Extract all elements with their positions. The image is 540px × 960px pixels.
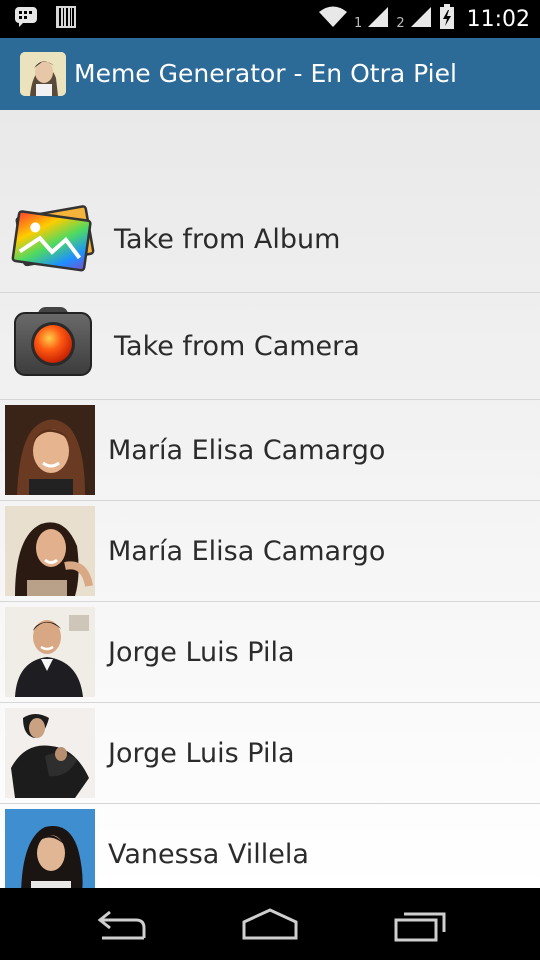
celebrity-photo [5, 506, 95, 596]
celebrity-name: María Elisa Camargo [108, 434, 386, 466]
take-from-album-item[interactable]: Take from Album [0, 186, 540, 293]
app-title: Meme Generator - En Otra Piel [74, 59, 457, 88]
sim-1-label: 1 [354, 16, 363, 31]
celebrity-photo [5, 708, 95, 798]
celebrity-list-item[interactable]: Jorge Luis Pila [0, 602, 540, 703]
celebrity-photo [5, 405, 95, 495]
meme-source-list: Take from Album Take from Camera María E… [0, 110, 540, 888]
celebrity-list-item[interactable]: Jorge Luis Pila [0, 703, 540, 804]
celebrity-photo [5, 607, 95, 697]
take-from-album-label: Take from Album [114, 223, 341, 255]
wifi-icon [318, 5, 348, 33]
take-from-camera-item[interactable]: Take from Camera [0, 293, 540, 400]
signal-icon [409, 5, 433, 33]
barcode-icon [56, 6, 76, 32]
take-from-camera-label: Take from Camera [114, 330, 360, 362]
action-bar: Meme Generator - En Otra Piel [0, 38, 540, 110]
celebrity-name: Vanessa Villela [108, 838, 309, 870]
status-time: 11:02 [466, 6, 530, 32]
list-top-spacer [0, 110, 540, 186]
recent-apps-button[interactable] [392, 906, 452, 942]
battery-charging-icon [439, 4, 455, 34]
back-button[interactable] [90, 906, 150, 942]
navigation-bar [0, 888, 540, 960]
home-button[interactable] [240, 906, 300, 942]
celebrity-photo [5, 809, 95, 888]
celebrity-name: María Elisa Camargo [108, 535, 386, 567]
recent-apps-icon [394, 912, 446, 942]
celebrity-list-item[interactable]: Vanessa Villela [0, 804, 540, 888]
photo-album-icon [10, 200, 96, 272]
back-arrow-icon [97, 910, 146, 940]
home-icon [242, 908, 298, 940]
bbm-icon [14, 6, 38, 32]
camera-icon [10, 307, 96, 379]
celebrity-list-item[interactable]: María Elisa Camargo [0, 400, 540, 501]
sim-2-label: 2 [396, 16, 405, 31]
app-logo-icon[interactable] [20, 52, 66, 96]
celebrity-list-item[interactable]: María Elisa Camargo [0, 501, 540, 602]
signal-icon [366, 5, 390, 33]
status-bar: 1 2 11:02 [0, 0, 540, 38]
celebrity-name: Jorge Luis Pila [108, 636, 295, 668]
celebrity-name: Jorge Luis Pila [108, 737, 295, 769]
